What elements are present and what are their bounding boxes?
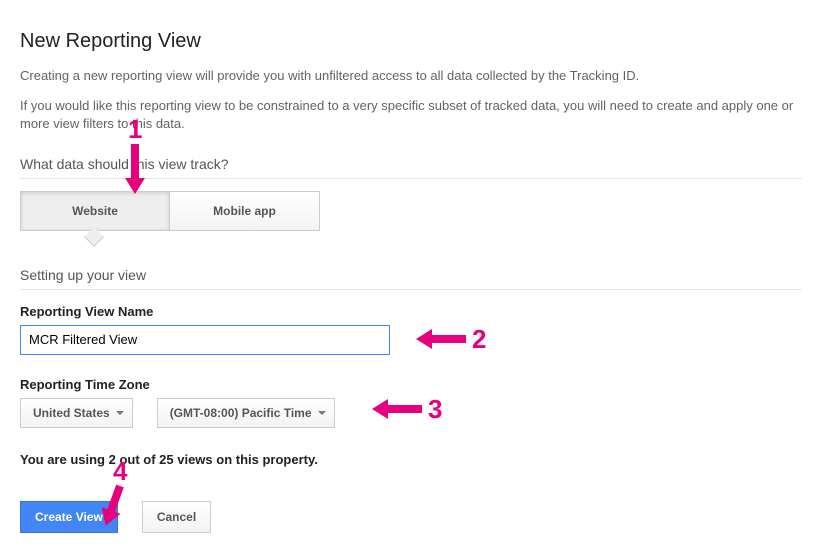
annotation-2: 2 bbox=[418, 326, 486, 352]
country-dropdown[interactable]: United States bbox=[20, 398, 133, 428]
timezone-dropdown[interactable]: (GMT-08:00) Pacific Time bbox=[157, 398, 335, 428]
toggle-mobile-app[interactable]: Mobile app bbox=[170, 191, 320, 231]
description-1: Creating a new reporting view will provi… bbox=[20, 67, 802, 85]
page-title: New Reporting View bbox=[20, 30, 802, 53]
new-reporting-view-form: New Reporting View Creating a new report… bbox=[20, 30, 802, 533]
data-track-toggle: Website Mobile app bbox=[20, 191, 802, 231]
reporting-view-name-input[interactable] bbox=[20, 325, 390, 355]
toggle-website[interactable]: Website bbox=[20, 191, 170, 231]
view-name-label: Reporting View Name bbox=[20, 304, 802, 319]
timezone-label: Reporting Time Zone bbox=[20, 377, 802, 392]
cancel-button[interactable]: Cancel bbox=[142, 501, 211, 533]
divider bbox=[20, 289, 802, 290]
create-view-button[interactable]: Create View bbox=[20, 501, 118, 533]
divider bbox=[20, 178, 802, 179]
track-heading: What data should this view track? bbox=[20, 156, 802, 172]
chevron-down-icon bbox=[318, 411, 326, 415]
chevron-down-icon bbox=[116, 411, 124, 415]
country-dropdown-value: United States bbox=[33, 406, 110, 420]
description-2: If you would like this reporting view to… bbox=[20, 97, 802, 133]
usage-note: You are using 2 out of 25 views on this … bbox=[20, 452, 802, 467]
setup-heading: Setting up your view bbox=[20, 267, 802, 283]
arrow-left-icon bbox=[418, 332, 466, 346]
timezone-dropdown-value: (GMT-08:00) Pacific Time bbox=[170, 406, 312, 420]
annotation-number: 2 bbox=[472, 326, 486, 352]
